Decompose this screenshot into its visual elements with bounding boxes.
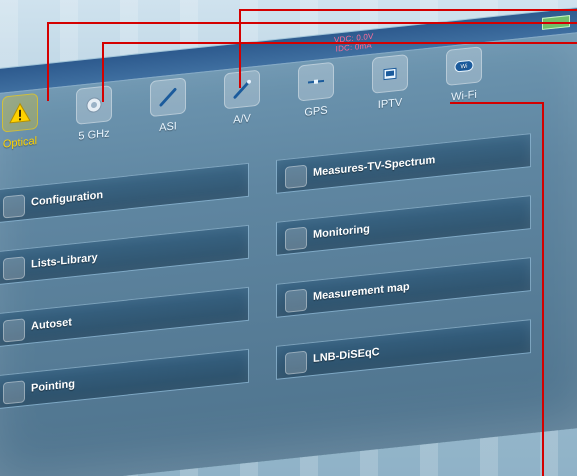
cable-icon xyxy=(150,77,186,118)
tab-av[interactable]: A/V xyxy=(212,68,272,144)
measurement-map-button[interactable]: Measurement map xyxy=(276,257,531,318)
tab-label: IPTV xyxy=(377,96,403,112)
measures-tv-spectrum-button[interactable]: Measures-TV-Spectrum xyxy=(276,133,531,194)
autoset-icon xyxy=(3,318,25,343)
tab-asi[interactable]: ASI xyxy=(138,76,198,152)
menu-label: Lists-Library xyxy=(31,251,98,271)
tab-label: Optical xyxy=(2,134,38,151)
battery-icon xyxy=(542,14,570,30)
pointing-button[interactable]: Pointing xyxy=(0,348,249,410)
menu-label: Measurement map xyxy=(313,280,410,304)
menu-label: Measures-TV-Spectrum xyxy=(313,154,436,180)
device-screen: VDC: 0.0V IDC: 0mA Optical 5 GHz ASI A/V… xyxy=(0,4,577,476)
monitoring-icon xyxy=(285,226,307,251)
menu-label: LNB-DiSEqC xyxy=(313,345,380,366)
app-stage: VDC: 0.0V IDC: 0mA Optical 5 GHz ASI A/V… xyxy=(0,0,577,476)
wifi-icon: Wi xyxy=(446,46,482,87)
tab-label: GPS xyxy=(304,104,328,119)
configuration-icon xyxy=(3,194,25,219)
tab-label: 5 GHz xyxy=(78,127,110,143)
svg-text:Wi: Wi xyxy=(461,64,468,71)
vdc-readout: VDC: 0.0V IDC: 0mA xyxy=(334,32,374,54)
tab-5ghz[interactable]: 5 GHz xyxy=(64,84,124,160)
map-icon xyxy=(285,288,307,313)
tab-gps[interactable]: GPS xyxy=(286,61,346,137)
satellite-dish-icon xyxy=(76,85,112,125)
main-menu: Configuration Measures-TV-Spectrum Lists… xyxy=(0,116,577,476)
menu-label: Pointing xyxy=(31,378,75,395)
network-icon xyxy=(372,54,408,94)
spectrum-icon xyxy=(285,164,307,189)
cable-icon xyxy=(224,69,260,110)
tab-label: ASI xyxy=(159,120,177,135)
menu-label: Monitoring xyxy=(313,223,370,242)
tab-wifi[interactable]: Wi Wi-Fi xyxy=(434,45,494,121)
tab-label: Wi-Fi xyxy=(451,88,477,104)
lnb-diseqc-button[interactable]: LNB-DiSEqC xyxy=(276,319,531,380)
tab-iptv[interactable]: IPTV xyxy=(360,53,420,129)
warning-icon xyxy=(2,92,38,133)
tab-optical[interactable]: Optical xyxy=(0,92,50,168)
menu-label: Autoset xyxy=(31,316,72,333)
monitoring-button[interactable]: Monitoring xyxy=(276,195,531,256)
menu-label: Configuration xyxy=(31,189,104,209)
tab-label: A/V xyxy=(233,112,251,127)
pointing-icon xyxy=(3,380,25,405)
library-icon xyxy=(3,256,25,281)
configuration-button[interactable]: Configuration xyxy=(0,162,249,224)
lnb-icon xyxy=(285,350,307,375)
autoset-button[interactable]: Autoset xyxy=(0,286,249,348)
lists-library-button[interactable]: Lists-Library xyxy=(0,224,249,286)
satellite-icon xyxy=(298,61,334,102)
